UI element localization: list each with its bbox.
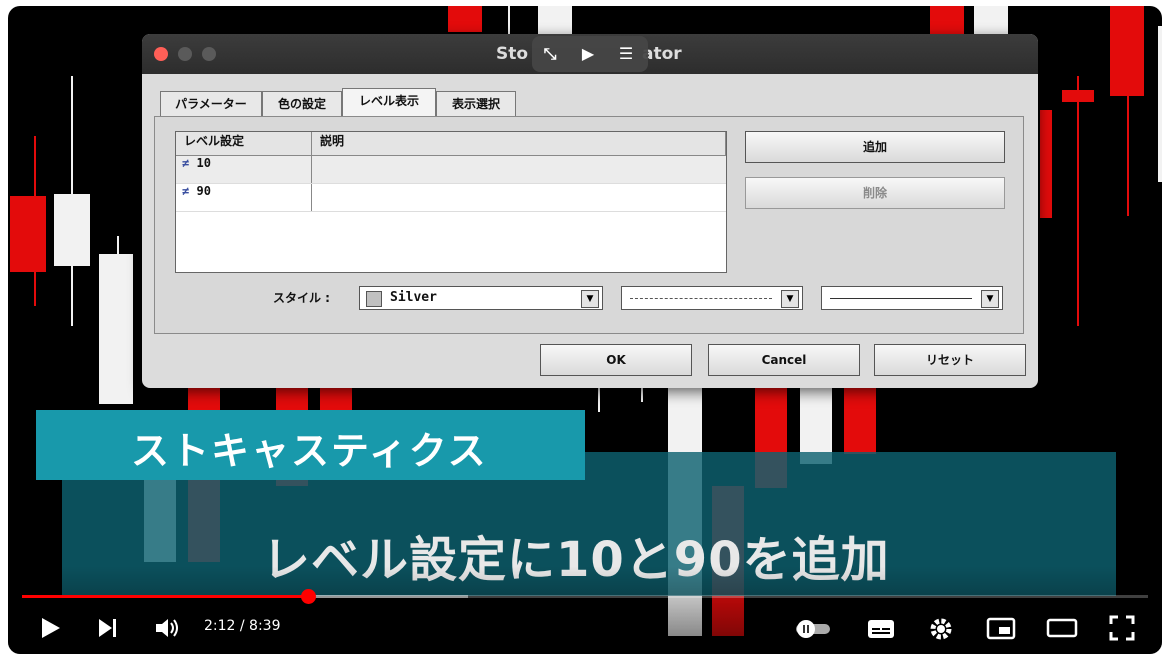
- tab-visualization[interactable]: 表示選択: [436, 91, 516, 116]
- play-preview-icon[interactable]: ▶: [578, 44, 598, 64]
- level-icon: ≠: [182, 156, 190, 170]
- title-caption: ストキャスティクス: [36, 410, 585, 480]
- line-style-select[interactable]: ▼: [621, 286, 803, 310]
- column-header-description[interactable]: 説明: [312, 132, 726, 156]
- solid-line-icon: [830, 298, 972, 299]
- miniplayer-icon[interactable]: [986, 616, 1016, 640]
- volume-icon[interactable]: [154, 616, 182, 640]
- level-description: [312, 156, 726, 183]
- window-titlebar: Sto ator ⤡ ▶ ☰: [142, 34, 1038, 74]
- column-header-level[interactable]: レベル設定: [176, 132, 312, 156]
- chevron-down-icon: ▼: [781, 290, 799, 308]
- tab-parameters[interactable]: パラメーター: [160, 91, 262, 116]
- exit-fullscreen-icon[interactable]: ⤡: [540, 44, 560, 64]
- notes-icon[interactable]: ☰: [616, 44, 636, 64]
- close-window-button[interactable]: [154, 47, 168, 61]
- ok-button[interactable]: OK: [540, 344, 692, 376]
- add-level-button[interactable]: 追加: [745, 131, 1005, 163]
- delete-level-button[interactable]: 削除: [745, 177, 1005, 209]
- minimize-window-button[interactable]: [178, 47, 192, 61]
- theater-mode-icon[interactable]: [1046, 616, 1078, 640]
- tab-colors[interactable]: 色の設定: [262, 91, 342, 116]
- line-width-select[interactable]: ▼: [821, 286, 1003, 310]
- autoplay-toggle-icon[interactable]: [794, 618, 834, 640]
- levels-table: レベル設定 説明 ≠ 10 ≠ 90: [175, 131, 727, 273]
- table-row[interactable]: ≠ 90: [176, 184, 726, 212]
- level-value: 10: [196, 156, 211, 170]
- tab-levels[interactable]: レベル表示: [342, 88, 436, 117]
- level-color-select[interactable]: Silver ▼: [359, 286, 603, 310]
- settings-gear-icon[interactable]: [928, 616, 954, 642]
- indicator-dialog: Sto ator ⤡ ▶ ☰ パラメーター 色の設定 レベル表示 表示選択 レベ…: [142, 34, 1038, 388]
- chevron-down-icon: ▼: [981, 290, 999, 308]
- overlay-toolbar: ⤡ ▶ ☰: [532, 36, 648, 72]
- levels-panel: レベル設定 説明 ≠ 10 ≠ 90 追加 削除 スタイル: Silver ▼…: [154, 116, 1024, 334]
- fullscreen-icon[interactable]: [1108, 614, 1136, 642]
- level-value: 90: [196, 184, 211, 198]
- chevron-down-icon: ▼: [581, 290, 599, 308]
- reset-button[interactable]: リセット: [874, 344, 1026, 376]
- dashed-line-icon: [630, 298, 772, 299]
- zoom-window-button[interactable]: [202, 47, 216, 61]
- table-row[interactable]: ≠ 10: [176, 156, 726, 184]
- style-label: スタイル :: [273, 291, 330, 305]
- time-display: 2:12 / 8:39: [204, 618, 281, 634]
- level-description: [312, 184, 726, 211]
- controls-gradient: [8, 566, 1162, 654]
- level-icon: ≠: [182, 184, 190, 198]
- subtitles-icon[interactable]: [866, 616, 896, 640]
- scrubber-handle[interactable]: [301, 589, 316, 604]
- next-video-icon[interactable]: [96, 616, 120, 640]
- video-player[interactable]: Sto ator ⤡ ▶ ☰ パラメーター 色の設定 レベル表示 表示選択 レベ…: [8, 6, 1162, 654]
- color-swatch: [366, 291, 382, 307]
- played-bar: [22, 595, 308, 598]
- cancel-button[interactable]: Cancel: [708, 344, 860, 376]
- play-icon[interactable]: [38, 616, 62, 640]
